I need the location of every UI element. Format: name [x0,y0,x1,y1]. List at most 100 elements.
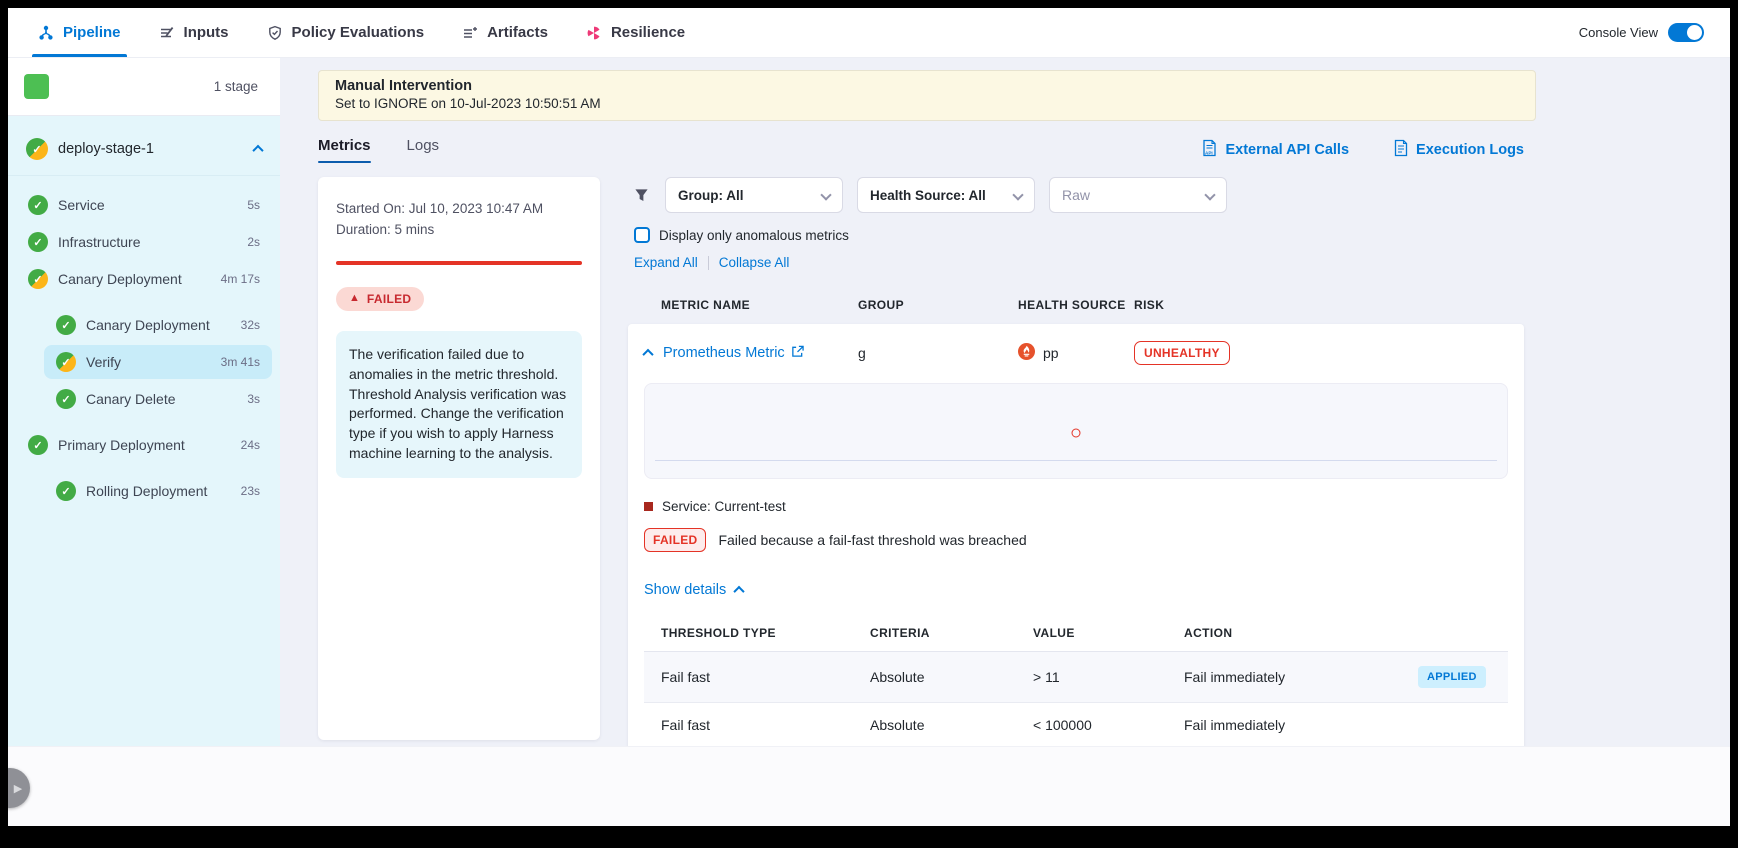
failed-progress-bar [336,261,582,265]
threshold-table: THRESHOLD TYPE CRITERIA VALUE ACTION Fai… [644,616,1508,748]
sidebar-step-primary-deployment[interactable]: ✓ Primary Deployment 24s [16,428,272,462]
sidebar-expand-handle[interactable]: ▶ [8,768,30,808]
anomalous-metrics-label: Display only anomalous metrics [659,228,849,243]
chevron-up-icon[interactable] [252,145,263,156]
health-source-filter-dropdown[interactable]: Health Source: All [857,177,1035,213]
stage-steps-panel: ✓ deploy-stage-1 ✓ Service 5s ✓ Infrastr… [8,116,280,746]
external-link-icon [791,345,804,362]
tab-policy-evaluations-label: Policy Evaluations [292,24,425,41]
stage-summary-row: 1 stage [8,58,280,116]
sidebar-step-infrastructure[interactable]: ✓ Infrastructure 2s [16,225,272,259]
health-source-value: pp [1043,345,1059,361]
duration-label: Duration: 5 mins [336,220,582,241]
execution-logs-link[interactable]: Execution Logs [1393,139,1524,161]
tab-artifacts[interactable]: Artifacts [462,8,548,57]
chevron-down-icon [820,189,831,200]
stage-warning-check-icon: ✓ [26,138,48,160]
metric-name-link[interactable]: Prometheus Metric [663,345,804,362]
sidebar-step-canary-deployment-group[interactable]: ✓ Canary Deployment 4m 17s [16,262,272,296]
success-check-icon: ✓ [56,481,76,501]
success-check-icon: ✓ [56,315,76,335]
success-check-icon: ✓ [28,195,48,215]
tab-pipeline-label: Pipeline [63,24,121,41]
sidebar-step-canary-delete[interactable]: ✓ Canary Delete 3s [44,382,272,416]
manual-intervention-banner: Manual Intervention Set to IGNORE on 10-… [318,70,1536,121]
execution-sidebar: 1 stage ✓ deploy-stage-1 ✓ Service 5s ✓ … [8,58,280,746]
collapse-all-link[interactable]: Collapse All [719,255,790,270]
show-details-link[interactable]: Show details [644,582,1508,598]
stage-status-square[interactable] [24,74,49,99]
success-check-icon: ✓ [28,435,48,455]
applied-badge: APPLIED [1418,666,1486,688]
failed-threshold-badge: FAILED [644,528,706,552]
shield-check-icon [267,25,283,41]
tab-logs[interactable]: Logs [407,137,440,163]
console-view-toggle[interactable] [1668,23,1704,42]
threshold-row: Fail fast Absolute < 100000 Fail immedia… [644,703,1508,748]
banner-title: Manual Intervention [335,78,1519,94]
prometheus-icon [1018,343,1035,363]
svg-text:API: API [1205,151,1213,156]
tab-metrics[interactable]: Metrics [318,137,371,163]
chevron-down-icon [1204,189,1215,200]
nav-tabs: Pipeline Inputs Policy Evaluations Artif… [38,8,685,57]
console-view-label: Console View [1579,25,1658,40]
bottom-strip: ▶ [8,746,1730,826]
warning-check-icon: ✓ [28,269,48,289]
toggle-knob [1687,25,1702,40]
right-arrow-icon: ▶ [14,782,22,795]
group-filter-dropdown[interactable]: Group: All [665,177,843,213]
api-document-icon: API [1201,139,1218,161]
started-on-label: Started On: Jul 10, 2023 10:47 AM [336,199,582,220]
filter-icon[interactable] [634,188,649,203]
divider [708,256,709,270]
tab-artifacts-label: Artifacts [487,24,548,41]
resilience-icon [586,25,602,41]
metrics-table-header: METRIC NAME GROUP HEALTH SOURCE RISK [628,282,1524,324]
failed-status-badge: ▲ FAILED [336,287,424,311]
metric-row: Prometheus Metric g [628,324,1524,381]
sidebar-step-rolling-deployment[interactable]: ✓ Rolling Deployment 23s [44,474,272,508]
tab-policy-evaluations[interactable]: Policy Evaluations [267,8,425,57]
external-api-calls-link[interactable]: API External API Calls [1201,139,1349,161]
tab-inputs[interactable]: Inputs [159,8,229,57]
failed-threshold-message: Failed because a fail-fast threshold was… [718,532,1026,548]
stage-row-deploy-stage-1[interactable]: ✓ deploy-stage-1 [8,122,280,176]
tab-resilience-label: Resilience [611,24,685,41]
metric-chart[interactable] [644,383,1508,479]
anomalous-data-point[interactable] [1072,428,1081,437]
metrics-panel: Group: All Health Source: All Raw [628,177,1524,746]
success-check-icon: ✓ [56,389,76,409]
expand-all-link[interactable]: Expand All [634,255,698,270]
legend-label: Service: Current-test [662,499,786,514]
chevron-down-icon [1012,189,1023,200]
pipeline-icon [38,25,54,41]
collapse-metric-chevron-icon[interactable] [642,349,653,360]
raw-filter-dropdown[interactable]: Raw [1049,177,1227,213]
inputs-icon [159,25,175,41]
artifacts-icon [462,25,478,41]
warning-check-icon: ✓ [56,352,76,372]
stage-name: deploy-stage-1 [58,141,244,157]
verification-summary-card: Started On: Jul 10, 2023 10:47 AM Durati… [318,177,600,740]
stage-count-label: 1 stage [214,79,258,94]
success-check-icon: ✓ [28,232,48,252]
metric-card: Prometheus Metric g [628,324,1524,774]
anomalous-metrics-checkbox[interactable] [634,227,650,243]
risk-badge: UNHEALTHY [1134,341,1230,365]
top-navigation-bar: Pipeline Inputs Policy Evaluations Artif… [8,8,1730,58]
document-icon [1393,139,1409,161]
tab-resilience[interactable]: Resilience [586,8,685,57]
metric-group-value: g [858,345,1018,361]
threshold-row: Fail fast Absolute > 11 Fail immediately… [644,652,1508,703]
legend-marker [644,502,653,511]
sidebar-step-verify[interactable]: ✓ Verify 3m 41s [44,345,272,379]
tab-pipeline[interactable]: Pipeline [38,8,121,57]
main-content: Manual Intervention Set to IGNORE on 10-… [280,58,1730,746]
banner-subtitle: Set to IGNORE on 10-Jul-2023 10:50:51 AM [335,96,1519,111]
chart-x-axis [655,460,1497,461]
sidebar-step-canary-deployment[interactable]: ✓ Canary Deployment 32s [44,308,272,342]
threshold-table-header: THRESHOLD TYPE CRITERIA VALUE ACTION [644,616,1508,652]
verification-message: The verification failed due to anomalies… [336,331,582,478]
sidebar-step-service[interactable]: ✓ Service 5s [16,188,272,222]
